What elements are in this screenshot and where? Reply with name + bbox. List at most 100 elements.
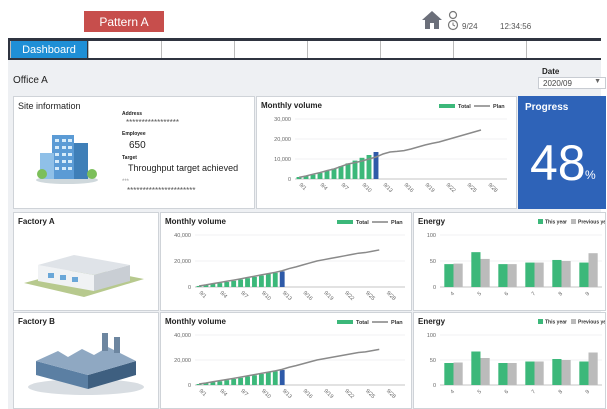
- factory-b-panel: Factory B: [13, 312, 159, 409]
- energy-bar-this-year: [525, 361, 535, 385]
- x-tick-label: 9: [585, 389, 591, 395]
- total-bar: [279, 271, 285, 287]
- y-tick-label: 50: [430, 259, 436, 265]
- energy-bar-this-year: [498, 363, 508, 385]
- energy-bar-previous-year: [507, 264, 517, 287]
- total-bar: [231, 280, 237, 287]
- energy-bar-this-year: [525, 262, 535, 287]
- total-bar: [279, 370, 285, 385]
- x-tick-label: 9/16: [403, 182, 415, 194]
- dashboard-content: Office A Date 2020/09 ▼ Site information…: [8, 60, 606, 409]
- total-bar: [217, 381, 223, 385]
- x-tick-label: 9/25: [364, 388, 376, 400]
- total-bar: [217, 283, 223, 287]
- energy-bar-previous-year: [507, 363, 517, 385]
- target-value: Throughput target achieved: [128, 163, 239, 173]
- clock-text: 12:34:56: [500, 22, 532, 31]
- x-tick-label: 9/10: [260, 388, 272, 400]
- y-tick-label: 0: [288, 177, 291, 183]
- y-tick-label: 0: [188, 285, 191, 291]
- x-tick-label: 9/28: [487, 182, 499, 194]
- tab-5[interactable]: [307, 41, 380, 58]
- pattern-label: Pattern A: [99, 14, 149, 29]
- total-bar: [238, 377, 244, 385]
- legend-total-swatch: [337, 220, 353, 224]
- energy-bar-this-year: [579, 361, 589, 385]
- energy-bar-previous-year: [588, 352, 598, 385]
- x-tick-label: 9/1: [198, 388, 208, 398]
- tab-2[interactable]: [88, 41, 161, 58]
- site-info-panel: Site information Address ***************…: [13, 96, 255, 209]
- chevron-down-icon: ▼: [594, 78, 601, 85]
- factory-a-monthly-chart: 0 20,000 40,000 Total Plan 9/1 9/4 9/7 9/10 9/13 9…: [174, 220, 405, 302]
- factory-a-energy-panel: Energy 050100This yearPrevious year45678…: [413, 212, 606, 311]
- y-tick-label: 20,000: [174, 259, 191, 265]
- tab-7[interactable]: [453, 41, 526, 58]
- x-tick-label: 9/22: [343, 290, 355, 302]
- progress-unit: %: [585, 168, 596, 182]
- person-clock-icon: [447, 10, 459, 31]
- tab-6[interactable]: [380, 41, 453, 58]
- top-bar: Pattern A 9/24 12:34:56: [0, 0, 607, 38]
- legend-plan-label: Plan: [391, 320, 403, 326]
- pattern-button[interactable]: Pattern A: [84, 11, 164, 32]
- y-tick-label: 100: [427, 333, 436, 339]
- x-tick-label: 9/19: [424, 182, 436, 194]
- x-tick-label: 9/16: [302, 290, 314, 302]
- x-tick-label: 9/13: [382, 182, 394, 194]
- total-bar: [338, 166, 344, 179]
- address-label: Address: [122, 111, 143, 117]
- x-tick-label: 9/13: [281, 388, 293, 400]
- total-bar: [245, 376, 250, 385]
- tab-dashboard[interactable]: Dashboard: [10, 41, 87, 58]
- x-tick-label: 9: [585, 291, 591, 297]
- x-tick-label: 6: [504, 389, 510, 395]
- x-tick-label: 9/19: [322, 388, 334, 400]
- energy-bar-previous-year: [561, 360, 571, 385]
- x-tick-label: 9/7: [239, 388, 249, 398]
- legend-this-year-label: This year: [545, 320, 567, 326]
- x-tick-label: 9/10: [361, 182, 373, 194]
- factory-a-panel: Factory A: [13, 212, 159, 311]
- y-tick-label: 50: [430, 358, 436, 364]
- legend-this-year-swatch: [538, 219, 543, 224]
- energy-bar-this-year: [498, 264, 508, 287]
- x-tick-label: 9/4: [319, 182, 329, 192]
- tab-8[interactable]: [526, 41, 601, 58]
- energy-bar-this-year: [444, 363, 454, 385]
- office-name: Office A: [13, 75, 48, 86]
- x-tick-label: 5: [477, 389, 483, 395]
- x-tick-label: 9/13: [281, 290, 293, 302]
- progress-title: Progress: [525, 102, 569, 113]
- date-label: Date: [542, 67, 560, 76]
- extra-value: **********************: [127, 186, 196, 195]
- total-bar: [252, 375, 257, 385]
- y-tick-label: 30,000: [274, 117, 291, 123]
- energy-bar-this-year: [471, 351, 481, 385]
- home-icon[interactable]: [421, 10, 443, 30]
- energy-bar-previous-year: [561, 261, 571, 287]
- legend-previous-year-label: Previous year: [578, 220, 605, 226]
- tab-3[interactable]: [161, 41, 234, 58]
- legend-total-swatch: [439, 104, 455, 108]
- energy-bar-previous-year: [534, 361, 544, 385]
- total-bar: [258, 275, 264, 287]
- y-tick-label: 40,000: [174, 233, 191, 239]
- total-bar: [265, 372, 271, 385]
- legend-previous-year-label: Previous year: [578, 320, 605, 326]
- total-bar: [345, 163, 351, 179]
- y-tick-label: 20,000: [274, 137, 291, 143]
- x-tick-label: 6: [504, 291, 510, 297]
- x-tick-label: 9/22: [343, 388, 355, 400]
- date-value: 2020/09: [543, 79, 572, 88]
- factory-b-name: Factory B: [18, 317, 55, 326]
- x-tick-label: 9/4: [218, 290, 228, 300]
- date-select[interactable]: 2020/09 ▼: [538, 77, 606, 89]
- y-tick-label: 100: [427, 233, 436, 239]
- x-tick-label: 9/4: [218, 388, 228, 398]
- energy-bar-this-year: [552, 259, 562, 287]
- energy-bar-previous-year: [480, 358, 490, 385]
- tab-4[interactable]: [234, 41, 307, 58]
- office-monthly-panel: Monthly volume 0 10,000 20,000 30,000 Total P…: [256, 96, 517, 209]
- progress-value: 48: [530, 135, 586, 191]
